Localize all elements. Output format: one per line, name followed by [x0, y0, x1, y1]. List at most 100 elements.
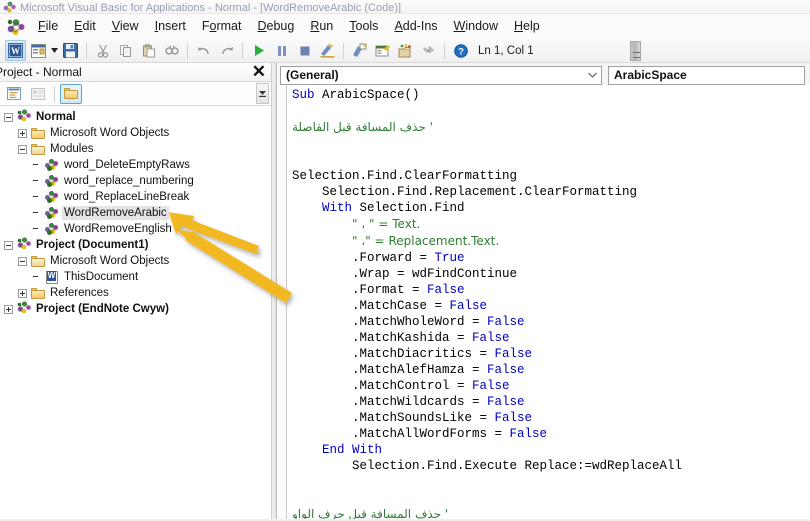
code-text[interactable]: Sub ArabicSpace() ' حذف المسافة قبل الفا…: [292, 87, 810, 521]
menu-bar: File Edit View Insert Format Debug Run T…: [0, 14, 810, 39]
tree-item-thisdocument[interactable]: ThisDocument: [0, 269, 271, 285]
properties-window-icon[interactable]: [372, 40, 393, 61]
tree-item-microsoft-word-objects[interactable]: Microsoft Word Objects: [0, 253, 271, 269]
window-title: Microsoft Visual Basic for Applications …: [20, 2, 402, 14]
undo-icon[interactable]: [193, 40, 214, 61]
chevron-down-icon: [588, 67, 597, 84]
cursor-position-status: Ln 1, Col 1: [478, 44, 534, 57]
toggle-folders-icon[interactable]: [60, 83, 82, 104]
project-explorer-title: Project - Normal: [0, 65, 82, 79]
menu-item-tools[interactable]: Tools: [341, 17, 386, 36]
project-icon: [16, 237, 32, 252]
word-document-icon: [44, 270, 60, 284]
module-icon: [45, 159, 59, 171]
object-browser-icon[interactable]: [395, 40, 416, 61]
panel-scroll-down-button[interactable]: [256, 83, 269, 104]
menu-item-run[interactable]: Run: [302, 17, 341, 36]
collapse-icon[interactable]: [18, 144, 27, 154]
project-tree[interactable]: Normal Microsoft Word Objects Modules word_…: [0, 106, 271, 317]
menu-item-file[interactable]: File: [30, 17, 66, 36]
design-mode-icon[interactable]: [317, 40, 338, 61]
view-object-icon[interactable]: [27, 84, 49, 104]
object-dropdown[interactable]: (General): [280, 65, 602, 85]
code-line: .Text = " ، ": [352, 217, 421, 231]
tree-item-label: References: [50, 287, 109, 299]
tree-item-project-endnote-cwyw[interactable]: Project (EndNote Cwyw): [0, 301, 271, 317]
paste-icon[interactable]: [138, 40, 159, 61]
code-editor[interactable]: Sub ArabicSpace() ' حذف المسافة قبل الفا…: [278, 85, 810, 521]
tree-item-label: word_replace_numbering: [64, 175, 194, 187]
toolbar-separator: [444, 42, 445, 59]
tree-item-word-replace-numbering[interactable]: word_replace_numbering: [0, 173, 271, 189]
save-icon[interactable]: [60, 40, 81, 61]
tree-item-project-document1[interactable]: Project (Document1): [0, 237, 271, 253]
code-line: Selection.Find.Replacement.ClearFormatti…: [292, 185, 638, 199]
module-icon: [45, 223, 59, 235]
tree-leaf-connector: [32, 209, 41, 218]
tree-item-microsoft-word-objects[interactable]: Microsoft Word Objects: [0, 125, 271, 141]
tree-leaf-connector: [32, 161, 41, 170]
tree-item-references[interactable]: References: [0, 285, 271, 301]
menu-item-view[interactable]: View: [104, 17, 147, 36]
cut-icon[interactable]: [92, 40, 113, 61]
view-code-icon[interactable]: [3, 84, 25, 104]
code-line: ' حذف المسافة قبل الفاصلة: [292, 120, 433, 134]
folder-open-icon: [31, 255, 45, 267]
expand-icon[interactable]: [4, 304, 13, 314]
tree-item-label: word_DeleteEmptyRaws: [64, 159, 190, 171]
tree-item-wordremoveenglish[interactable]: WordRemoveEnglish: [0, 221, 271, 237]
tree-item-modules[interactable]: Modules: [0, 141, 271, 157]
close-icon[interactable]: ✕: [252, 63, 266, 81]
tree-item-word-replacelinebreak[interactable]: word_ReplaceLineBreak: [0, 189, 271, 205]
menu-item-help[interactable]: Help: [506, 17, 548, 36]
code-line: With Selection.Find: [322, 201, 465, 215]
toolbar-grip-handle[interactable]: [630, 41, 641, 61]
tree-item-normal[interactable]: Normal: [0, 109, 271, 125]
pause-icon[interactable]: [271, 40, 292, 61]
module-icon: [44, 190, 60, 204]
tree-item-word-deleteemptyraws[interactable]: word_DeleteEmptyRaws: [0, 157, 271, 173]
collapse-icon[interactable]: [4, 240, 13, 250]
toolbox-icon[interactable]: [418, 40, 439, 61]
expand-icon[interactable]: [18, 288, 27, 298]
tree-item-label: Microsoft Word Objects: [50, 127, 170, 139]
code-line: .Replacement.Text = "، ": [352, 234, 500, 248]
insert-userform-icon[interactable]: [28, 40, 49, 61]
code-line: .Format = False: [292, 283, 465, 297]
module-icon: [45, 207, 59, 219]
tree-leaf-connector: [32, 193, 41, 202]
module-icon: [45, 175, 59, 187]
module-icon: [45, 191, 59, 203]
run-icon[interactable]: [248, 40, 269, 61]
code-line: .MatchCase = False: [292, 299, 488, 313]
tree-leaf-connector: [32, 225, 41, 234]
code-line: .MatchAllWordForms = False: [292, 427, 548, 441]
project-explorer-icon[interactable]: [349, 40, 370, 61]
code-line: .MatchSoundsLike = False: [292, 411, 533, 425]
expand-icon[interactable]: [18, 128, 27, 138]
menu-item-insert[interactable]: Insert: [147, 17, 194, 36]
pane-splitter[interactable]: [271, 63, 277, 521]
folder-icon: [30, 286, 46, 300]
menu-item-format[interactable]: Format: [194, 17, 250, 36]
menu-item-debug[interactable]: Debug: [249, 17, 302, 36]
collapse-icon[interactable]: [4, 112, 13, 122]
vba-editor-window: Microsoft Visual Basic for Applications …: [0, 0, 810, 521]
procedure-dropdown[interactable]: ArabicSpace: [608, 65, 805, 85]
find-icon[interactable]: [161, 40, 182, 61]
menu-item-edit[interactable]: Edit: [66, 17, 104, 36]
redo-icon[interactable]: [216, 40, 237, 61]
help-icon[interactable]: ?: [450, 40, 471, 61]
folder-glyph: [64, 88, 78, 99]
menu-item-window[interactable]: Window: [446, 17, 506, 36]
stop-icon[interactable]: [294, 40, 315, 61]
insert-dropdown-caret-icon[interactable]: [50, 40, 59, 61]
collapse-icon[interactable]: [18, 256, 27, 266]
tree-item-wordremovearabic[interactable]: WordRemoveArabic: [0, 205, 271, 221]
view-word-icon[interactable]: W: [5, 40, 26, 61]
menu-item-addins[interactable]: Add-Ins: [386, 17, 445, 36]
copy-icon[interactable]: [115, 40, 136, 61]
